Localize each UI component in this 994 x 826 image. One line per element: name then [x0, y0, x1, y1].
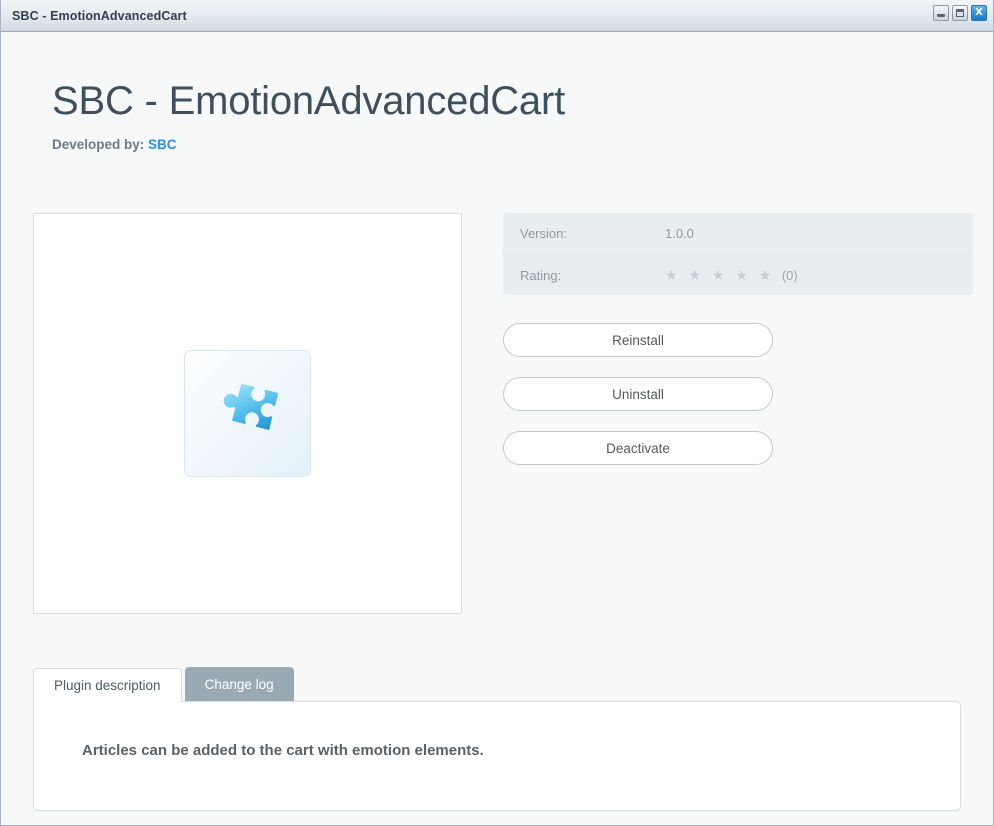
plugin-preview-panel [33, 213, 462, 614]
uninstall-button[interactable]: Uninstall [503, 377, 773, 411]
deactivate-button[interactable]: Deactivate [503, 431, 773, 465]
reinstall-button[interactable]: Reinstall [503, 323, 773, 357]
page-content: SBC - EmotionAdvancedCart Developed by: … [1, 78, 993, 825]
developed-by-row: Developed by: SBC [33, 137, 961, 152]
puzzle-piece-icon [223, 383, 278, 430]
tab-plugin-description-label: Plugin description [54, 677, 161, 693]
tab-change-log-label: Change log [204, 676, 274, 692]
tab-content-panel: Articles can be added to the cart with e… [33, 701, 961, 811]
tabstrip: Plugin description Change log [33, 667, 961, 702]
close-button[interactable]: X [971, 5, 987, 21]
tab-plugin-description[interactable]: Plugin description [33, 668, 182, 702]
developer-link[interactable]: SBC [148, 137, 177, 152]
info-row-rating: Rating: ★ ★ ★ ★ ★ (0) [503, 254, 973, 295]
rating-count: (0) [781, 267, 798, 283]
info-row-version: Version: 1.0.0 [503, 213, 973, 254]
maximize-button[interactable] [952, 5, 968, 21]
rating-label: Rating: [520, 267, 562, 283]
minimize-icon [937, 14, 945, 17]
plugin-action-buttons: Reinstall Uninstall Deactivate [503, 323, 973, 465]
maximize-icon [956, 9, 964, 17]
tabs-section: Plugin description Change log Articles c… [33, 667, 961, 811]
plugin-icon-container [184, 350, 311, 477]
plugin-description-heading: Articles can be added to the cart with e… [82, 742, 484, 759]
detail-section: Version: 1.0.0 Rating: ★ ★ ★ ★ ★ (0) Rei… [33, 213, 973, 614]
window-controls: X [933, 5, 987, 21]
rating-value: ★ ★ ★ ★ ★ (0) [665, 267, 798, 284]
rating-stars-icon: ★ ★ ★ ★ ★ [665, 266, 775, 283]
plugin-meta-column: Version: 1.0.0 Rating: ★ ★ ★ ★ ★ (0) Rei… [503, 213, 973, 465]
version-label: Version: [520, 226, 567, 241]
close-icon: X [975, 7, 983, 18]
tab-change-log[interactable]: Change log [184, 667, 294, 701]
developed-by-label: Developed by: [52, 137, 145, 152]
version-value: 1.0.0 [665, 226, 694, 241]
window-title: SBC - EmotionAdvancedCart [12, 8, 187, 23]
page-title: SBC - EmotionAdvancedCart [52, 79, 566, 123]
plugin-info-panel: Version: 1.0.0 Rating: ★ ★ ★ ★ ★ (0) [503, 213, 973, 295]
window-titlebar: SBC - EmotionAdvancedCart X [1, 0, 993, 32]
minimize-button[interactable] [933, 5, 949, 21]
application-window: SBC - EmotionAdvancedCart X SBC - Emotio… [0, 0, 994, 826]
